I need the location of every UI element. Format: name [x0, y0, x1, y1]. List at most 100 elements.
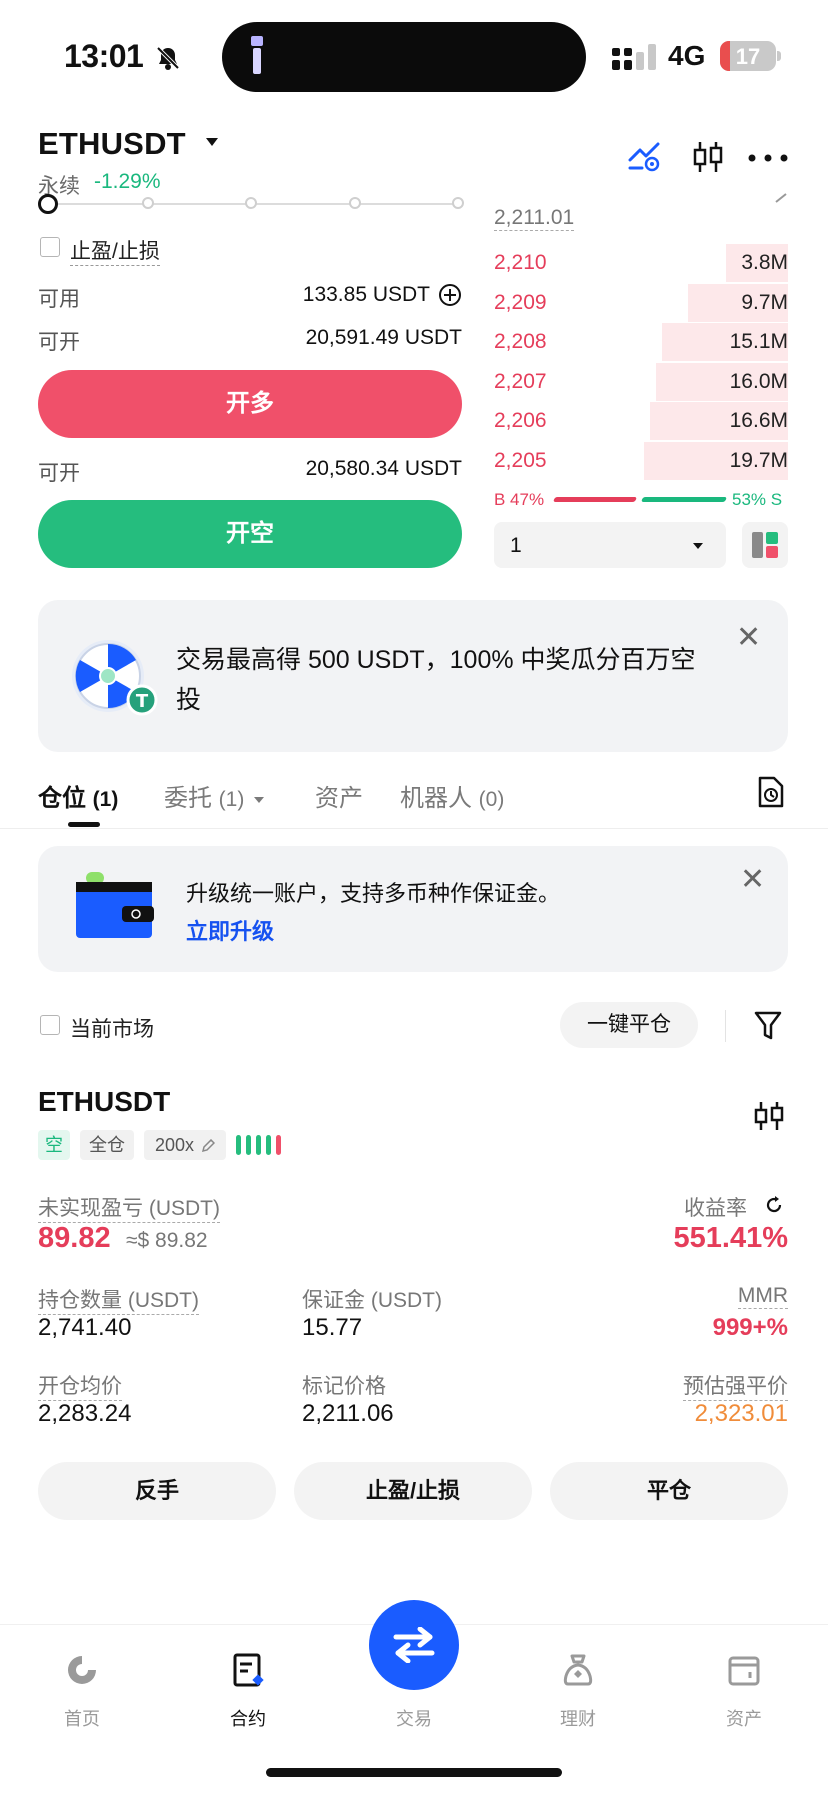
tab-count: (0) — [478, 788, 505, 811]
refresh-icon[interactable] — [764, 1195, 784, 1215]
candlestick-icon[interactable] — [754, 1100, 784, 1132]
orderbook-ask-row[interactable]: 2,209 9.7M — [494, 283, 788, 322]
mmr-value: 999+% — [712, 1314, 788, 1341]
prize-wheel-icon: T — [72, 640, 158, 716]
orderbook-ask-row[interactable]: 2,207 16.0M — [494, 362, 788, 401]
slider-step[interactable] — [245, 197, 257, 209]
slider-step[interactable] — [349, 197, 361, 209]
upgrade-text: 升级统一账户，支持多币种作保证金。 — [186, 881, 561, 906]
status-time: 13:01 — [64, 38, 144, 74]
open-long-button[interactable]: 开多 — [38, 370, 462, 438]
divider — [725, 1010, 726, 1042]
ask-size: 16.6M — [729, 409, 788, 432]
slider-knob[interactable] — [38, 194, 58, 214]
tab-count: (1) — [218, 788, 245, 811]
ask-size: 15.1M — [729, 330, 788, 353]
add-funds-icon[interactable] — [438, 283, 462, 307]
slider-step[interactable] — [142, 197, 154, 209]
more-icon[interactable] — [748, 154, 788, 162]
tab-assets[interactable]: 资产 — [315, 778, 363, 813]
caret-down-icon — [693, 543, 703, 549]
ask-price: 2,206 — [494, 409, 547, 432]
home-indicator — [266, 1768, 562, 1777]
scroll-hint-icon — [775, 193, 787, 203]
nav-label: 理财 — [560, 1709, 596, 1729]
swap-icon — [393, 1627, 435, 1663]
nav-home[interactable]: 首页 — [32, 1650, 132, 1729]
unrealized-pnl-usd: ≈$ 89.82 — [126, 1229, 208, 1252]
tab-orders[interactable]: 委托 (1) — [164, 778, 265, 813]
nav-finance[interactable]: 理财 — [528, 1650, 628, 1729]
orderbook-last-price[interactable]: 2,211.01 — [494, 206, 575, 231]
battery-level: 17 — [735, 44, 761, 69]
upgrade-close-icon[interactable]: ✕ — [740, 862, 765, 897]
tab-label: 委托 — [164, 785, 212, 812]
pair-title[interactable]: ETHUSDT — [38, 126, 186, 162]
trade-fab-button[interactable] — [369, 1600, 459, 1690]
tab-positions[interactable]: 仓位 (1) — [38, 778, 118, 813]
open-short-label: 可开 — [38, 462, 80, 485]
nav-label: 首页 — [64, 1709, 100, 1729]
history-icon[interactable] — [756, 776, 784, 808]
orderbook-layout-button[interactable] — [742, 522, 788, 568]
side-badge: 空 — [38, 1130, 70, 1160]
nav-contract[interactable]: 合约 — [198, 1650, 298, 1729]
margin-value[interactable]: 15.77 — [302, 1314, 362, 1342]
slider-step[interactable] — [452, 197, 464, 209]
nav-label: 资产 — [726, 1709, 762, 1729]
unrealized-pnl-label: 未实现盈亏 (USDT) — [38, 1192, 220, 1223]
wallet-illustration-icon — [76, 872, 154, 938]
nav-assets[interactable]: 资产 — [694, 1650, 794, 1729]
position-size-label: 持仓数量 (USDT) — [38, 1284, 199, 1315]
buy-ratio-bar — [552, 497, 638, 502]
orderbook-ask-row[interactable]: 2,205 19.7M — [494, 441, 788, 480]
depth-precision-select[interactable]: 1 — [494, 522, 726, 568]
leverage-value: 200x — [154, 1135, 195, 1155]
close-all-button[interactable]: 一键平仓 — [560, 1002, 698, 1048]
divider — [0, 828, 828, 829]
close-position-button[interactable]: 平仓 — [550, 1462, 788, 1520]
orderbook-ask-row[interactable]: 2,206 16.6M — [494, 402, 788, 440]
tab-label: 仓位 — [38, 785, 86, 812]
promo-close-icon[interactable]: ✕ — [736, 620, 761, 655]
tab-count: (1) — [92, 788, 119, 811]
reverse-button[interactable]: 反手 — [38, 1462, 276, 1520]
margin-label: 保证金 (USDT) — [302, 1289, 442, 1312]
tpsl-checkbox[interactable] — [40, 237, 60, 257]
position-size-value: 2,741.40 — [38, 1314, 132, 1341]
current-market-checkbox[interactable] — [40, 1015, 60, 1035]
position-symbol[interactable]: ETHUSDT — [38, 1086, 170, 1118]
depth-precision-value: 1 — [510, 534, 522, 557]
svg-text:T: T — [136, 691, 149, 712]
caret-down-icon — [254, 796, 265, 803]
candlestick-icon[interactable] — [692, 140, 724, 174]
available-label: 可用 — [38, 288, 80, 311]
caret-down-icon[interactable] — [204, 136, 220, 148]
open-short-value: 20,580.34 USDT — [305, 457, 462, 480]
leverage-badge[interactable]: 200x — [144, 1130, 226, 1160]
liq-price-label: 预估强平价 — [683, 1370, 788, 1401]
layout-icon — [752, 532, 778, 558]
filter-icon[interactable] — [754, 1010, 782, 1042]
roe-value: 551.41% — [673, 1222, 789, 1254]
orderbook-ask-row[interactable]: 2,208 15.1M — [494, 323, 788, 361]
tab-bots[interactable]: 机器人 (0) — [400, 778, 504, 813]
liq-price-value: 2,323.01 — [694, 1400, 788, 1427]
ask-size: 19.7M — [729, 448, 788, 472]
upgrade-link[interactable]: 立即升级 — [186, 914, 274, 946]
finance-icon — [563, 1654, 593, 1686]
contract-icon — [233, 1653, 264, 1687]
tab-label: 资产 — [315, 785, 363, 812]
edit-icon — [202, 1138, 216, 1153]
current-market-label: 当前市场 — [70, 1018, 154, 1041]
nav-label: 合约 — [230, 1709, 266, 1729]
buy-ratio: B 47% — [494, 490, 545, 509]
chart-settings-icon[interactable] — [628, 140, 662, 172]
flashlight-icon — [251, 36, 263, 74]
entry-price-value: 2,283.24 — [38, 1400, 132, 1427]
open-short-button[interactable]: 开空 — [38, 500, 462, 568]
tpsl-button[interactable]: 止盈/止损 — [294, 1462, 532, 1520]
orderbook-ask-row[interactable]: 2,210 3.8M — [494, 244, 788, 282]
ask-price: 2,209 — [494, 290, 547, 314]
battery-icon: 17 — [720, 41, 776, 71]
